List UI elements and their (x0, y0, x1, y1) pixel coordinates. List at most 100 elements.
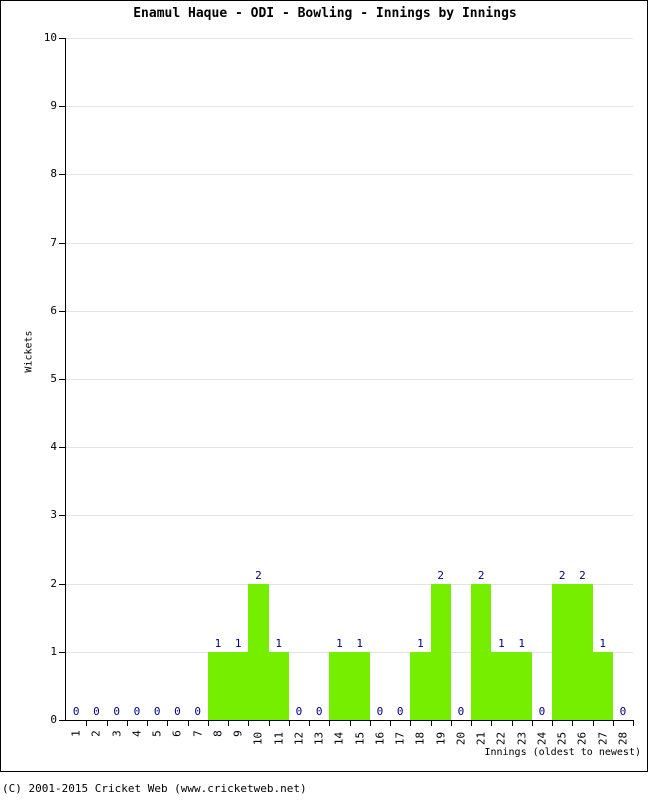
x-tick-label: 21 (474, 731, 488, 746)
bar-value-label: 2 (437, 568, 444, 582)
bar (572, 583, 593, 720)
x-tick-mark (86, 721, 87, 726)
chart-frame: Enamul Haque - ODI - Bowling - Innings b… (0, 0, 648, 772)
gridline (66, 106, 633, 108)
x-tick-label: 11 (272, 731, 286, 746)
bar-value-label: 0 (396, 705, 404, 718)
bar-value-label: 1 (234, 636, 242, 650)
gridline (66, 583, 633, 585)
bar-value-label: 0 (194, 705, 201, 718)
bar-value-label: 2 (558, 568, 566, 582)
y-tick-label: 10 (43, 31, 57, 44)
gridline (66, 310, 633, 312)
x-tick-mark (309, 721, 310, 726)
bar (592, 651, 613, 720)
x-tick-mark (329, 721, 330, 726)
bar-value-label: 0 (376, 705, 384, 718)
x-tick-label: 4 (130, 730, 144, 737)
x-tick-mark (431, 721, 432, 726)
y-tick-mark (59, 583, 65, 585)
x-tick-label: 24 (535, 731, 549, 746)
x-tick-mark (370, 721, 371, 726)
x-tick-mark (532, 721, 533, 726)
y-tick-label: 4 (50, 440, 57, 454)
x-tick-mark (552, 721, 553, 726)
gridline (66, 242, 633, 244)
x-tick-mark (613, 721, 614, 726)
y-tick-mark (59, 106, 65, 108)
bar-value-label: 0 (295, 705, 303, 718)
y-tick-label: 1 (50, 644, 57, 658)
bar-value-label: 1 (214, 636, 222, 650)
x-tick-label: 25 (555, 731, 569, 746)
x-tick-label: 2 (89, 730, 103, 737)
bar-value-label: 1 (336, 636, 343, 650)
y-tick-mark (59, 310, 65, 312)
x-tick-label: 14 (332, 731, 346, 746)
bar (248, 583, 269, 720)
x-tick-mark (208, 721, 209, 726)
x-tick-mark (289, 721, 290, 726)
x-tick-label: 1 (69, 730, 83, 737)
bar (471, 583, 492, 720)
y-tick-mark (59, 379, 65, 380)
bar (552, 583, 573, 720)
bar-value-label: 1 (275, 636, 282, 650)
bar-value-label: 1 (518, 636, 525, 650)
gridline (66, 379, 633, 380)
x-tick-mark (147, 721, 148, 726)
bar (268, 651, 289, 720)
bar (491, 651, 512, 720)
x-tick-mark (167, 721, 168, 726)
bar-value-label: 0 (538, 705, 546, 718)
x-tick-label: 17 (393, 731, 407, 746)
bar-value-label: 1 (599, 636, 606, 650)
bar (511, 651, 532, 720)
x-tick-mark (228, 721, 229, 726)
x-tick-label: 8 (211, 730, 225, 737)
y-tick-mark (59, 651, 65, 653)
x-tick-label: 20 (454, 731, 468, 746)
y-tick-mark (59, 242, 65, 244)
bar-value-label: 0 (153, 705, 161, 718)
bar (430, 583, 451, 720)
x-tick-mark (127, 721, 128, 726)
x-tick-label: 5 (150, 730, 164, 737)
x-tick-mark (188, 721, 189, 726)
y-tick-label: 6 (50, 303, 57, 317)
bar-value-label: 2 (255, 568, 262, 582)
x-tick-label: 12 (292, 731, 306, 746)
bar-value-label: 0 (113, 705, 120, 718)
x-tick-label: 28 (616, 731, 630, 746)
y-tick-label: 2 (50, 576, 57, 590)
x-tick-mark (451, 721, 452, 726)
x-tick-label: 6 (170, 730, 184, 737)
gridline (66, 38, 633, 39)
y-tick-mark (59, 174, 65, 176)
y-tick-mark (59, 447, 65, 449)
plot-area (66, 38, 633, 720)
y-tick-label: 3 (50, 508, 57, 522)
bar-value-label: 0 (315, 705, 323, 718)
bar-value-label: 0 (174, 705, 181, 718)
bar-value-label: 2 (477, 568, 485, 582)
x-tick-label: 7 (191, 730, 205, 737)
y-axis-tick-labels: 0 1 2 3 4 5 6 7 8 9 10 (1, 1, 57, 773)
x-tick-label: 3 (110, 730, 124, 737)
x-tick-label: 22 (494, 731, 508, 746)
bar-value-label: 0 (93, 705, 100, 718)
x-tick-mark (491, 721, 492, 726)
gridline (66, 515, 633, 517)
x-tick-mark (248, 721, 249, 726)
x-tick-label: 19 (434, 731, 448, 746)
bar (329, 651, 350, 720)
bar-value-label: 0 (457, 705, 465, 718)
x-tick-label: 16 (373, 731, 387, 746)
x-tick-label: 27 (596, 731, 610, 746)
x-tick-mark (350, 721, 351, 726)
bar (228, 651, 249, 720)
x-tick-label: 9 (231, 730, 245, 737)
bar (207, 651, 228, 720)
x-tick-label: 23 (515, 731, 529, 746)
y-tick-mark (59, 720, 65, 721)
